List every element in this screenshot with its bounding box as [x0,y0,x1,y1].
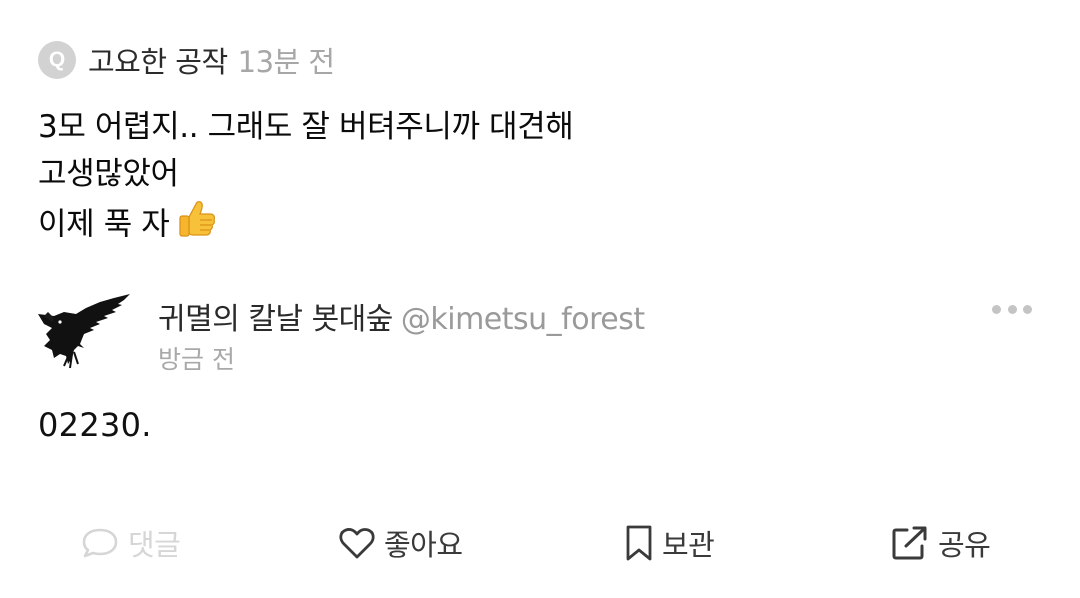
heart-icon [339,528,375,559]
post-header: 귀멸의 칼날 봇대숲 @kimetsu_forest 방금 전 [34,290,1044,380]
like-label: 좋아요 [384,528,463,562]
quote-author-row[interactable]: Q 고요한 공작 13분 전 [38,40,335,80]
quote-line-3: 이제 푹 자 [38,198,1038,254]
quote-line-3-text: 이제 푹 자 [38,206,170,243]
bookmark-icon [626,525,652,561]
share-external-icon [892,526,927,560]
post-card: Q 고요한 공작 13분 전 3모 어렵지.. 그래도 잘 버텨주니까 대견해 … [0,0,1080,598]
save-label: 보관 [662,528,715,562]
quote-body: 3모 어렵지.. 그래도 잘 버텨주니까 대견해 고생많았어 이제 푹 자 [38,104,1038,254]
post-body-text: 02230. [38,406,152,444]
comment-bubble-icon [82,528,118,558]
anonymous-q-badge-icon: Q [38,41,76,79]
comment-label: 댓글 [128,528,181,562]
quote-author-name[interactable]: 고요한 공작 [88,39,228,81]
share-label: 공유 [938,528,991,562]
save-button[interactable]: 보관 [624,516,715,570]
quote-line-1: 3모 어렵지.. 그래도 잘 버텨주니까 대견해 [38,109,574,145]
more-dot [992,304,1001,314]
comment-button[interactable]: 댓글 [80,516,181,570]
thumbs-up-icon [177,198,217,254]
more-dot [1023,304,1032,314]
post-author-handle[interactable]: @kimetsu_forest [401,302,645,337]
like-button[interactable]: 좋아요 [338,516,463,570]
share-button[interactable]: 공유 [890,516,991,570]
quote-timestamp: 13분 전 [237,45,335,79]
post-timestamp: 방금 전 [158,345,235,374]
more-dot [1007,304,1017,314]
post-author-name[interactable]: 귀멸의 칼날 봇대숲 [158,302,393,337]
action-bar: 댓글 좋아요 보관 공유 [0,516,1080,570]
quote-line-2: 고생많았어 [38,156,179,192]
crow-avatar[interactable] [34,292,134,370]
more-options-icon[interactable] [992,300,1032,318]
post-author-row: 귀멸의 칼날 봇대숲 @kimetsu_forest [158,294,645,338]
